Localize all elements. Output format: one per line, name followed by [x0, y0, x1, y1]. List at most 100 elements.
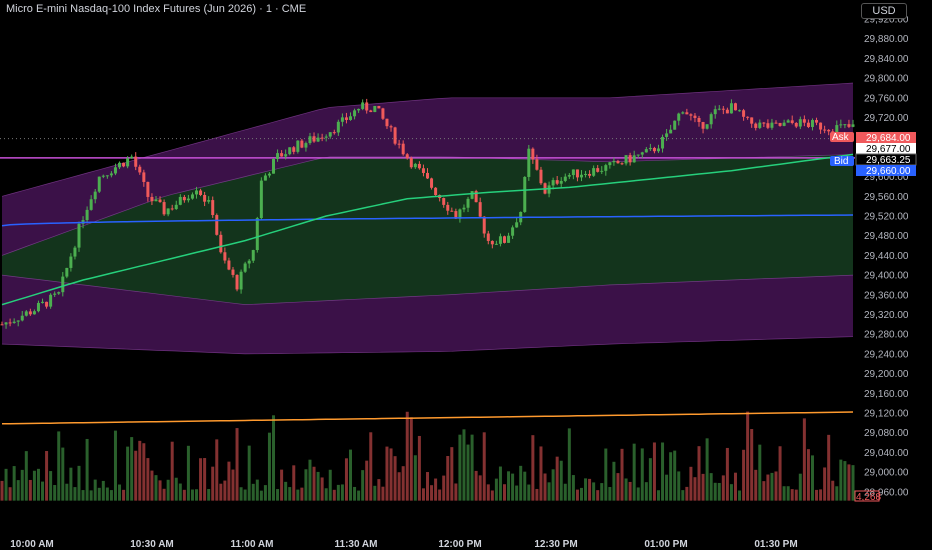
- volume-bar: [421, 488, 425, 501]
- volume-bar: [778, 446, 782, 501]
- volume-bar: [665, 474, 669, 501]
- price-tick-label: 29,720.00: [864, 113, 909, 124]
- candle-body: [61, 276, 65, 293]
- volume-bar: [118, 484, 122, 501]
- volume-bar: [97, 487, 101, 501]
- candle-body: [336, 121, 340, 133]
- volume-bar: [409, 417, 413, 501]
- candle-body: [247, 260, 251, 264]
- candle-body: [158, 199, 162, 203]
- candle-body: [648, 147, 652, 150]
- volume-bar: [93, 479, 97, 501]
- price-tick-label: 29,320.00: [864, 310, 909, 321]
- candle-body: [754, 123, 758, 128]
- volume-bar: [697, 446, 701, 501]
- volume-bar: [150, 470, 154, 501]
- candle-body: [515, 222, 519, 228]
- candle-body: [316, 137, 320, 142]
- candle-body: [733, 103, 737, 111]
- volume-bar: [207, 489, 211, 501]
- candle-body: [49, 294, 53, 307]
- price-tick-label: 29,800.00: [864, 74, 909, 85]
- candle-body: [450, 210, 454, 212]
- mid-price-value: 29,663.25: [866, 155, 911, 166]
- candle-body: [259, 180, 263, 219]
- volume-bar: [316, 471, 320, 501]
- symbol-title[interactable]: Micro E-mini Nasdaq-100 Index Futures (J…: [6, 3, 306, 15]
- volume-bar: [251, 483, 255, 501]
- price-axis[interactable]: 29,920.0029,880.0029,840.0029,800.0029,7…: [864, 15, 909, 499]
- candle-body: [409, 158, 413, 168]
- candle-body: [661, 136, 665, 149]
- volume-bar: [203, 458, 207, 501]
- volume-bar: [450, 447, 454, 501]
- candle-body: [758, 122, 762, 128]
- candle-body: [190, 194, 194, 199]
- price-tick-label: 29,360.00: [864, 290, 909, 301]
- candle-body: [738, 110, 742, 112]
- candle-body: [446, 204, 450, 211]
- volume-bar: [174, 477, 178, 501]
- volume-bar: [146, 458, 150, 501]
- candle-body: [810, 120, 814, 127]
- volume-bar: [515, 485, 519, 501]
- candle-body: [219, 234, 223, 253]
- volume-bar: [211, 466, 215, 501]
- volume-bar: [219, 483, 223, 501]
- candle-body: [89, 199, 93, 210]
- volume-bar: [113, 430, 117, 501]
- currency-button[interactable]: USD: [861, 3, 907, 19]
- volume-bar: [166, 479, 170, 501]
- bid-label: Bid: [834, 156, 848, 167]
- volume-bar: [511, 473, 515, 501]
- volume-bar: [328, 469, 332, 501]
- volume-bar: [442, 475, 446, 501]
- volume-bar: [596, 490, 600, 501]
- volume-bar: [369, 432, 373, 501]
- volume-moving-average-line: [1, 411, 854, 425]
- candle-body: [53, 293, 57, 295]
- candle-body: [417, 163, 421, 169]
- candle-body: [178, 196, 182, 205]
- candle-body: [815, 120, 819, 123]
- last-price-value: 29,677.00: [866, 144, 911, 155]
- volume-bar: [693, 477, 697, 501]
- time-tick-label: 12:00 PM: [438, 539, 481, 550]
- volume-bar: [661, 442, 665, 501]
- volume-bar: [494, 478, 498, 501]
- price-chart[interactable]: 29,920.0029,880.0029,840.0029,800.0029,7…: [0, 0, 932, 550]
- volume-bar: [478, 475, 482, 501]
- candle-body: [571, 169, 575, 176]
- volume-bar: [632, 443, 636, 501]
- price-tick-label: 29,400.00: [864, 271, 909, 282]
- volume-bar: [547, 482, 551, 501]
- candle-body: [304, 143, 308, 148]
- candle-body: [616, 160, 620, 164]
- volume-bar: [839, 459, 843, 501]
- candle-body: [847, 124, 851, 127]
- candle-body: [8, 322, 12, 324]
- volume-bar: [357, 490, 361, 501]
- candle-body: [636, 154, 640, 156]
- candle-body: [312, 136, 316, 142]
- time-axis[interactable]: 10:00 AM 10:30 AM 11:00 AM 11:30 AM 12:00 PM…: [10, 539, 797, 550]
- volume-bar: [677, 471, 681, 501]
- volume-bar: [280, 469, 284, 501]
- candle-body: [272, 159, 276, 174]
- candle-body: [288, 147, 292, 155]
- volume-bar: [349, 449, 353, 501]
- volume-bar: [746, 411, 750, 501]
- volume-bar: [109, 490, 113, 501]
- volume-bar: [843, 461, 847, 501]
- candle-body: [766, 123, 770, 128]
- volume-bar: [669, 452, 673, 501]
- candle-body: [632, 155, 636, 163]
- volume-bar: [486, 484, 490, 501]
- candle-body: [774, 122, 778, 124]
- volume-bar: [470, 434, 474, 501]
- price-tick-label: 29,160.00: [864, 389, 909, 400]
- candle-body: [300, 140, 304, 148]
- candle-body: [154, 199, 158, 202]
- candle-body: [207, 200, 211, 202]
- candle-body: [701, 122, 705, 129]
